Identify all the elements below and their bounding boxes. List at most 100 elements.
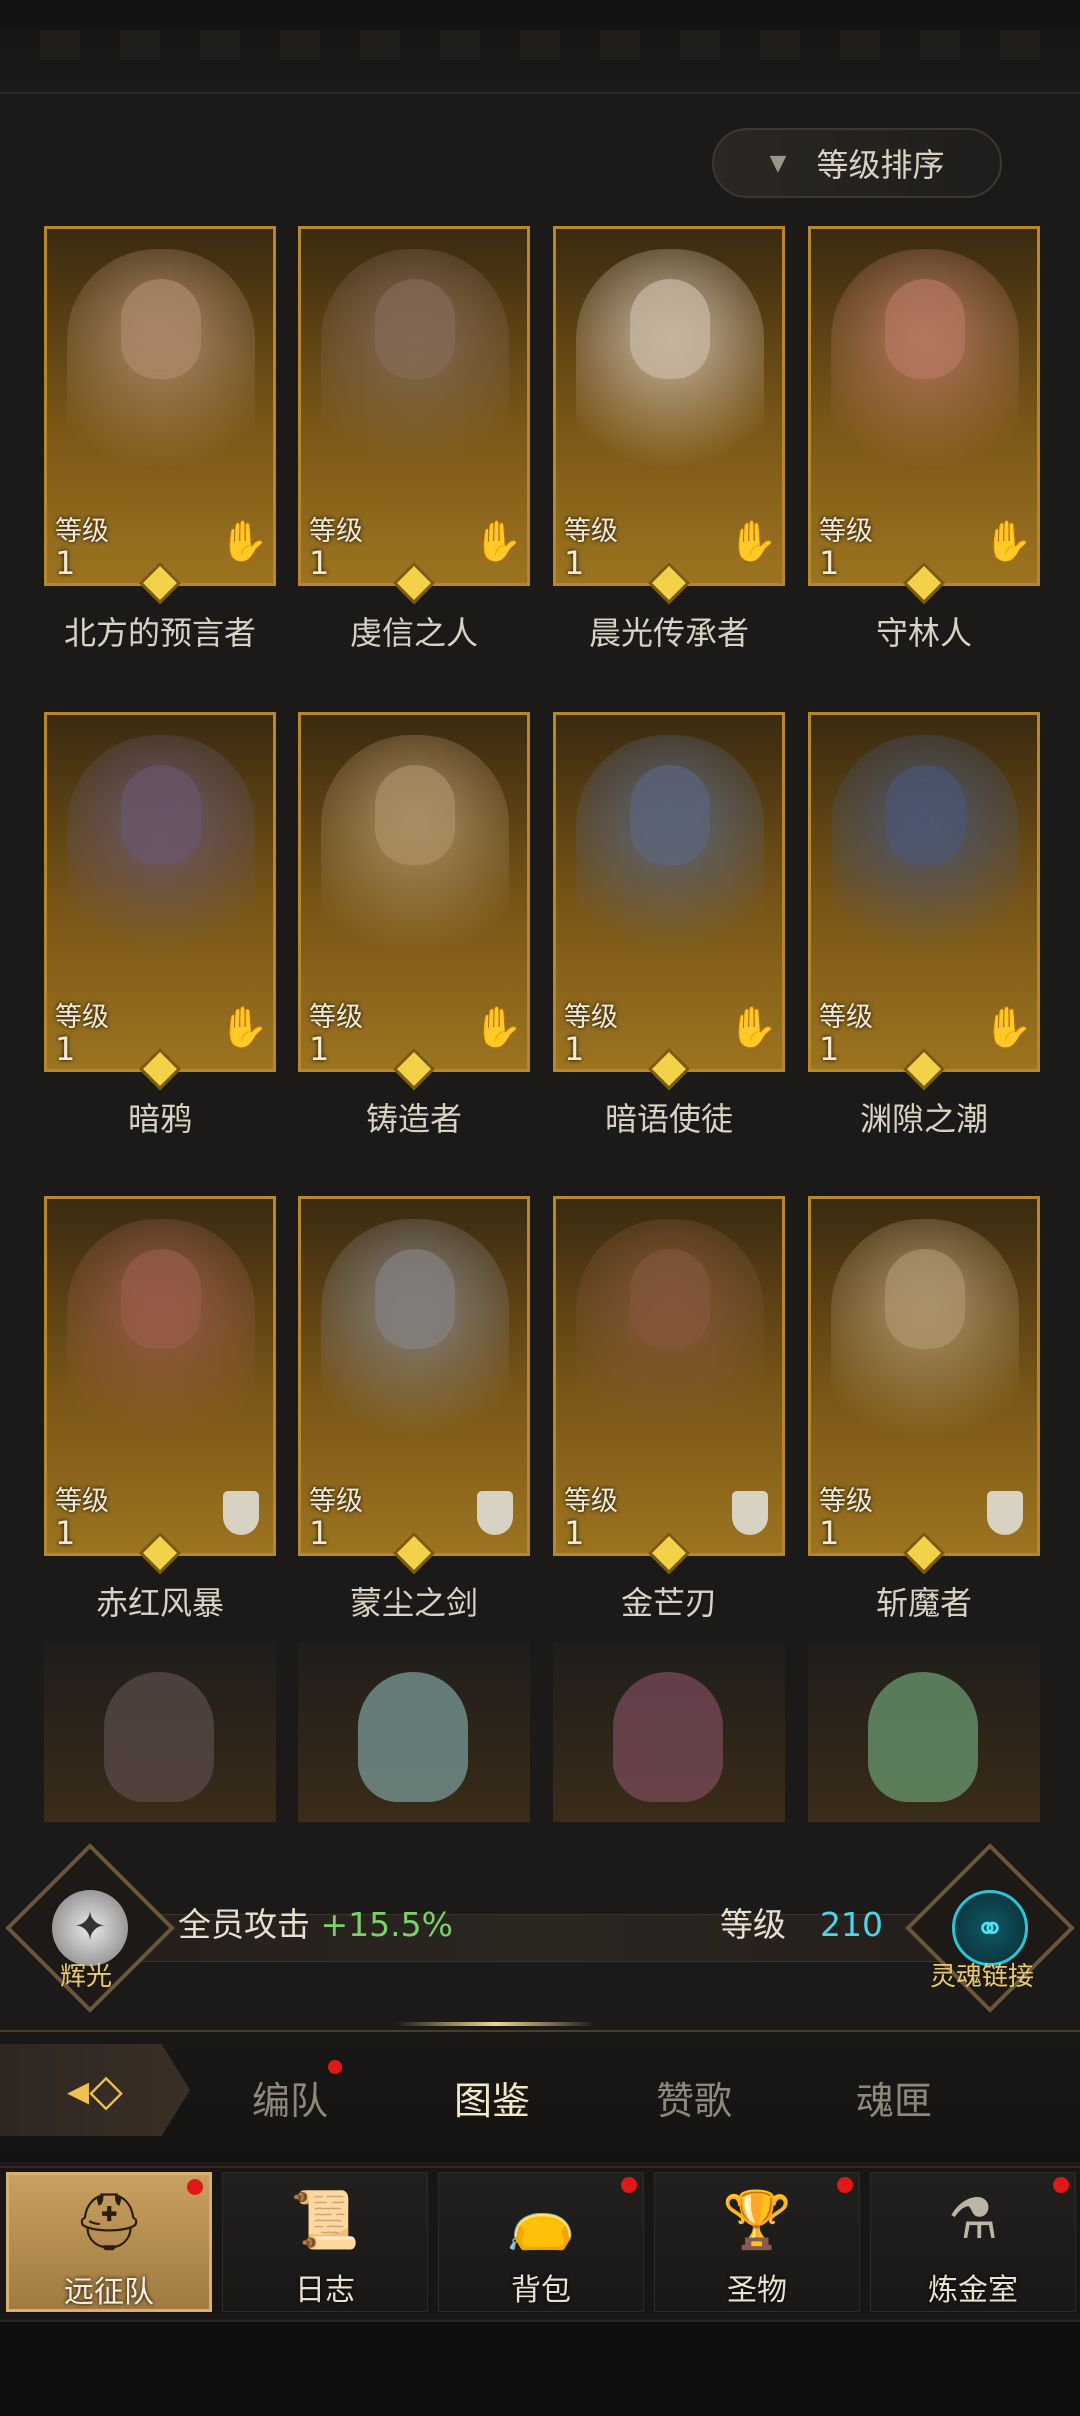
hero-card[interactable]: 等级 1 ✋ 守林人 <box>808 226 1040 652</box>
hero-card[interactable]: 等级 1 斩魔者 <box>808 1196 1040 1622</box>
nav-bag[interactable]: 👝 背包 <box>438 2172 644 2312</box>
hero-card-partial[interactable] <box>553 1642 785 1822</box>
sort-label: 等级排序 <box>816 146 945 184</box>
bag-icon: 👝 <box>506 2188 576 2253</box>
hero-level-label: 等级 <box>564 516 618 547</box>
hero-level-value: 1 <box>309 544 330 582</box>
notification-dot <box>187 2179 203 2195</box>
nav-label: 炼金室 <box>928 2273 1018 2308</box>
hero-portrait-frame: 等级 1 ✋ <box>808 712 1040 1072</box>
hero-name: 斩魔者 <box>875 1584 972 1622</box>
hero-portrait <box>831 249 1019 499</box>
nav-alchemy[interactable]: ⚗ 炼金室 <box>870 2172 1076 2312</box>
hero-card-partial[interactable] <box>808 1642 1040 1822</box>
hero-name: 暗鸦 <box>127 1100 192 1138</box>
soul-link-label: 灵魂链接 <box>930 1962 1035 1992</box>
hero-name: 北方的预言者 <box>63 614 256 652</box>
hero-portrait <box>67 735 255 985</box>
back-arrow-icon: ◂◇ <box>67 2064 123 2116</box>
hero-card[interactable]: 等级 1 赤红风暴 <box>44 1196 276 1622</box>
palm-icon: ✋ <box>219 1005 269 1051</box>
hero-level-label: 等级 <box>55 1002 109 1033</box>
nav-scroll[interactable]: 📜 日志 <box>222 2172 428 2312</box>
hero-card[interactable]: 等级 1 ✋ 虔信之人 <box>298 226 530 652</box>
hero-level-value: 1 <box>564 1514 585 1552</box>
hero-level-label: 等级 <box>564 1002 618 1033</box>
hero-level-value: 1 <box>564 544 585 582</box>
nav-label: 远征队 <box>64 2275 154 2310</box>
nav-label: 日志 <box>295 2273 355 2308</box>
hero-portrait-frame: 等级 1 ✋ <box>298 712 530 1072</box>
team-attack-label: 全员攻击 <box>178 1905 310 1944</box>
nav-label: 背包 <box>511 2273 571 2308</box>
hero-portrait-frame: 等级 1 <box>553 1196 785 1556</box>
nav-label: 圣物 <box>727 2273 787 2308</box>
ornament-pattern <box>0 30 1080 60</box>
hero-name: 赤红风暴 <box>95 1584 224 1622</box>
soul-link-level: 等级 210 <box>720 1898 883 1946</box>
soul-link-level-label: 等级 <box>720 1905 786 1944</box>
hero-level-label: 等级 <box>819 516 873 547</box>
hero-card[interactable]: 等级 1 蒙尘之剑 <box>298 1196 530 1622</box>
hero-portrait-frame: 等级 1 ✋ <box>44 712 276 1072</box>
shield-icon <box>987 1491 1023 1535</box>
hero-portrait-frame: 等级 1 <box>298 1196 530 1556</box>
back-button[interactable]: ◂◇ <box>0 2044 190 2136</box>
hero-card[interactable]: 等级 1 ✋ 暗语使徒 <box>553 712 785 1138</box>
hero-name: 暗语使徒 <box>604 1100 733 1138</box>
alchemy-icon: ⚗ <box>947 2187 999 2252</box>
tab-0[interactable]: 编队 <box>252 2060 343 2125</box>
shield-icon <box>223 1491 259 1535</box>
hero-portrait <box>104 1672 214 1802</box>
notification-dot <box>621 2177 637 2193</box>
nav-chalice[interactable]: 🏆 圣物 <box>654 2172 860 2312</box>
hero-card[interactable]: 等级 1 ✋ 北方的预言者 <box>44 226 276 652</box>
hero-portrait-frame: 等级 1 <box>808 1196 1040 1556</box>
hero-portrait <box>831 1219 1019 1469</box>
compass-icon: ✦ <box>73 1904 107 1950</box>
hero-portrait <box>576 1219 764 1469</box>
tab-1[interactable]: 图鉴 <box>454 2070 530 2125</box>
palm-icon: ✋ <box>728 1005 778 1051</box>
sort-dropdown-button[interactable]: ▼ 等级排序 <box>712 128 1002 198</box>
hero-card[interactable]: 等级 1 ✋ 渊隙之潮 <box>808 712 1040 1138</box>
hero-portrait <box>67 249 255 499</box>
hero-card[interactable]: 等级 1 金芒刃 <box>553 1196 785 1622</box>
palm-icon: ✋ <box>219 519 269 565</box>
hero-level-label: 等级 <box>819 1486 873 1517</box>
notification-dot <box>837 2177 853 2193</box>
hero-level-value: 1 <box>55 544 76 582</box>
hero-level-value: 1 <box>564 1030 585 1068</box>
tab-2[interactable]: 赞歌 <box>656 2070 732 2125</box>
palm-icon: ✋ <box>983 519 1033 565</box>
hero-level-value: 1 <box>55 1030 76 1068</box>
hero-card-partial[interactable] <box>44 1642 276 1822</box>
team-attack-bonus: 全员攻击 +15.5% <box>178 1898 453 1946</box>
hero-level-label: 等级 <box>55 1486 109 1517</box>
hero-card[interactable]: 等级 1 ✋ 铸造者 <box>298 712 530 1138</box>
active-tab-indicator <box>395 2022 595 2026</box>
nav-helmet[interactable]: ⛑ 远征队 <box>6 2172 212 2312</box>
hero-name: 铸造者 <box>365 1100 462 1138</box>
tab-3[interactable]: 魂匣 <box>856 2070 932 2125</box>
hero-card[interactable]: 等级 1 ✋ 晨光传承者 <box>553 226 785 652</box>
hero-card-partial[interactable] <box>298 1642 530 1822</box>
hero-level-label: 等级 <box>309 516 363 547</box>
notification-dot <box>1053 2177 1069 2193</box>
hero-portrait-frame: 等级 1 ✋ <box>553 226 785 586</box>
hero-card[interactable]: 等级 1 ✋ 暗鸦 <box>44 712 276 1138</box>
team-attack-value: +15.5% <box>320 1905 453 1944</box>
shield-icon <box>732 1491 768 1535</box>
palm-icon: ✋ <box>473 519 523 565</box>
hero-portrait <box>576 249 764 499</box>
hero-name: 金芒刃 <box>620 1584 717 1622</box>
hero-portrait-frame: 等级 1 ✋ <box>298 226 530 586</box>
chalice-icon: 🏆 <box>722 2188 792 2253</box>
tab-label: 图鉴 <box>454 2079 531 2123</box>
hero-level-label: 等级 <box>564 1486 618 1517</box>
hero-level-value: 1 <box>309 1030 330 1068</box>
notification-dot <box>328 2060 343 2074</box>
hero-level-label: 等级 <box>819 1002 873 1033</box>
hero-portrait-frame: 等级 1 ✋ <box>808 226 1040 586</box>
palm-icon: ✋ <box>983 1005 1033 1051</box>
